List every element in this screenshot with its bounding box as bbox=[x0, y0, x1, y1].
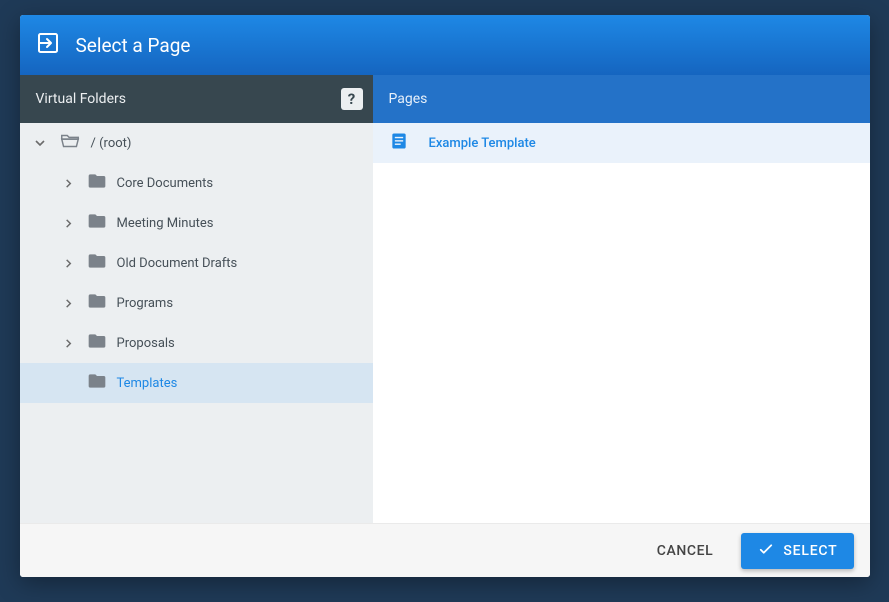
tree-item-proposals[interactable]: Proposals bbox=[20, 323, 373, 363]
cancel-button[interactable]: CANCEL bbox=[647, 535, 724, 567]
folder-icon bbox=[87, 291, 107, 315]
pages-list: Example Template bbox=[373, 123, 870, 523]
tree-item-label: Old Document Drafts bbox=[117, 256, 361, 271]
chevron-right-icon[interactable] bbox=[60, 255, 77, 272]
virtual-folders-title: Virtual Folders bbox=[36, 91, 126, 107]
tree-root-label: / (root) bbox=[91, 136, 361, 151]
dialog-body: Virtual Folders ? / (root) bbox=[20, 75, 870, 523]
select-button-label: SELECT bbox=[783, 543, 837, 559]
check-icon bbox=[757, 540, 775, 562]
chevron-right-icon[interactable] bbox=[60, 295, 77, 312]
tree-item-meeting-minutes[interactable]: Meeting Minutes bbox=[20, 203, 373, 243]
chevron-right-icon[interactable] bbox=[60, 175, 77, 192]
tree-item-label: Core Documents bbox=[117, 176, 361, 191]
folder-icon bbox=[87, 251, 107, 275]
dialog-header: Select a Page bbox=[20, 15, 870, 75]
folder-open-icon bbox=[59, 130, 81, 156]
tree-item-label: Templates bbox=[117, 376, 361, 391]
tree-item-templates[interactable]: Templates bbox=[20, 363, 373, 403]
tree-item-label: Proposals bbox=[117, 336, 361, 351]
tree-item-old-document-drafts[interactable]: Old Document Drafts bbox=[20, 243, 373, 283]
tree-item-label: Meeting Minutes bbox=[117, 216, 361, 231]
tree-item-programs[interactable]: Programs bbox=[20, 283, 373, 323]
virtual-folders-panel: Virtual Folders ? / (root) bbox=[20, 75, 373, 523]
tree-root[interactable]: / (root) bbox=[20, 123, 373, 163]
tree-item-label: Programs bbox=[117, 296, 361, 311]
folder-icon bbox=[87, 371, 107, 395]
exit-to-app-icon bbox=[36, 31, 60, 60]
dialog-footer: CANCEL SELECT bbox=[20, 523, 870, 577]
pages-title: Pages bbox=[389, 91, 428, 107]
page-item-example-template[interactable]: Example Template bbox=[373, 123, 870, 163]
folder-icon bbox=[87, 331, 107, 355]
document-icon bbox=[389, 131, 409, 155]
folder-icon bbox=[87, 211, 107, 235]
pages-panel: Pages Example Template bbox=[373, 75, 870, 523]
chevron-down-icon[interactable] bbox=[32, 135, 49, 152]
select-page-dialog: Select a Page Virtual Folders ? bbox=[20, 15, 870, 577]
folder-tree: / (root) Core Documents bbox=[20, 123, 373, 523]
dialog-title: Select a Page bbox=[76, 34, 191, 57]
page-item-label: Example Template bbox=[429, 136, 536, 151]
chevron-right-icon[interactable] bbox=[60, 335, 77, 352]
chevron-right-icon[interactable] bbox=[60, 215, 77, 232]
folder-icon bbox=[87, 171, 107, 195]
select-button[interactable]: SELECT bbox=[741, 533, 853, 569]
pages-header: Pages bbox=[373, 75, 870, 123]
virtual-folders-header: Virtual Folders ? bbox=[20, 75, 373, 123]
help-icon[interactable]: ? bbox=[341, 88, 363, 110]
tree-item-core-documents[interactable]: Core Documents bbox=[20, 163, 373, 203]
